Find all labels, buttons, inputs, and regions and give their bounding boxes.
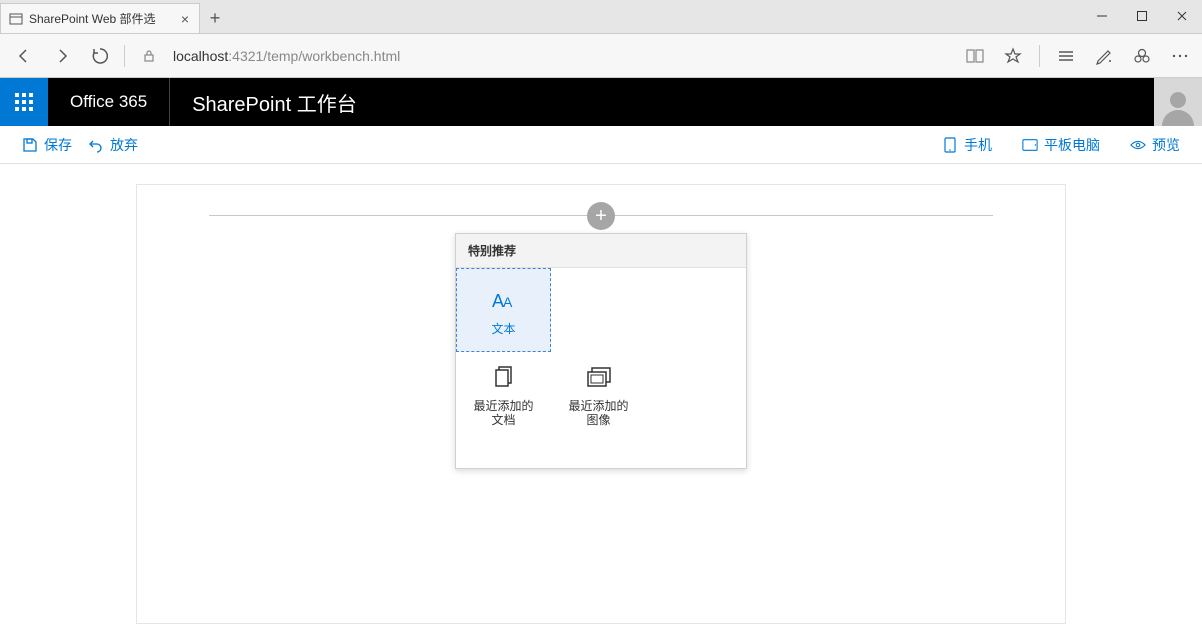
- refresh-button[interactable]: [86, 42, 114, 70]
- url-path: :4321/temp/workbench.html: [228, 48, 400, 64]
- close-button[interactable]: [1162, 0, 1202, 33]
- window-controls: [1082, 0, 1202, 33]
- waffle-icon: [15, 93, 33, 111]
- undo-icon: [88, 137, 104, 153]
- new-tab-button[interactable]: +: [200, 3, 230, 33]
- brand-label[interactable]: Office 365: [48, 78, 170, 126]
- address-bar[interactable]: localhost:4321/temp/workbench.html: [173, 48, 400, 64]
- webpart-recent-docs[interactable]: 最近添加的 文档: [456, 352, 551, 436]
- share-icon[interactable]: [1130, 44, 1154, 68]
- documents-icon: [488, 361, 520, 393]
- preview-label: 预览: [1152, 135, 1180, 155]
- toolbox-body: AA 文本 最近添加的 文档: [456, 268, 746, 468]
- user-avatar[interactable]: [1154, 78, 1202, 126]
- tab-page-icon: [9, 12, 23, 26]
- workbench-canvas: + 特别推荐 AA 文本: [0, 164, 1202, 624]
- tablet-label: 平板电脑: [1044, 135, 1100, 155]
- command-right: 手机 平板电脑 预览: [934, 135, 1188, 155]
- phone-icon: [942, 137, 958, 153]
- webpart-toolbox: 特别推荐 AA 文本 最近添加的 文档: [455, 233, 747, 469]
- webpart-recent-images[interactable]: 最近添加的 图像: [551, 352, 646, 436]
- save-icon: [22, 137, 38, 153]
- product-label: SharePoint 工作台: [170, 88, 379, 117]
- preview-button[interactable]: 预览: [1122, 135, 1188, 155]
- phone-label: 手机: [964, 135, 992, 155]
- save-label: 保存: [44, 135, 72, 155]
- toolbox-row-1: AA 文本: [456, 268, 746, 352]
- toolbox-heading: 特别推荐: [456, 234, 746, 268]
- notes-icon[interactable]: [1092, 44, 1116, 68]
- discard-button[interactable]: 放弃: [80, 126, 146, 163]
- phone-button[interactable]: 手机: [934, 135, 1000, 155]
- images-icon: [583, 361, 615, 393]
- add-section-line: +: [209, 215, 993, 216]
- browser-nav-bar: localhost:4321/temp/workbench.html: [0, 34, 1202, 78]
- command-bar: 保存 放弃 手机 平板电脑 预览: [0, 126, 1202, 164]
- eye-icon: [1130, 137, 1146, 153]
- add-webpart-button[interactable]: +: [587, 202, 615, 230]
- favorite-icon[interactable]: [1001, 44, 1025, 68]
- webpart-text[interactable]: AA 文本: [456, 268, 551, 352]
- nav-right-controls: [963, 44, 1192, 68]
- back-button[interactable]: [10, 42, 38, 70]
- tablet-button[interactable]: 平板电脑: [1014, 135, 1108, 155]
- url-host: localhost: [173, 48, 228, 64]
- nav-separator: [124, 45, 125, 67]
- maximize-button[interactable]: [1122, 0, 1162, 33]
- webpart-text-label: 文本: [491, 322, 515, 336]
- more-icon[interactable]: [1168, 44, 1192, 68]
- tab-title: SharePoint Web 部件​选: [29, 10, 173, 27]
- suite-bar: Office 365 SharePoint 工作台: [0, 78, 1202, 126]
- app-launcher-button[interactable]: [0, 78, 48, 126]
- page-canvas: + 特别推荐 AA 文本: [136, 184, 1066, 624]
- svg-text:A: A: [503, 294, 513, 310]
- toolbox-row-2: 最近添加的 文档 最近添加的 图像: [456, 352, 746, 436]
- lock-icon: [135, 42, 163, 70]
- browser-tab[interactable]: SharePoint Web 部件​选 ×: [0, 3, 200, 33]
- discard-label: 放弃: [110, 135, 138, 155]
- browser-tab-strip: SharePoint Web 部件​选 × +: [0, 0, 1202, 34]
- webpart-recent-images-label: 最近添加的 图像: [568, 399, 628, 428]
- hub-icon[interactable]: [1054, 44, 1078, 68]
- tablet-icon: [1022, 137, 1038, 153]
- webpart-recent-docs-label: 最近添加的 文档: [473, 399, 533, 428]
- minimize-button[interactable]: [1082, 0, 1122, 33]
- reading-view-icon[interactable]: [963, 44, 987, 68]
- forward-button[interactable]: [48, 42, 76, 70]
- text-icon: AA: [488, 284, 520, 316]
- nav-separator-2: [1039, 45, 1040, 67]
- tab-close-button[interactable]: ×: [179, 11, 191, 27]
- save-button[interactable]: 保存: [14, 126, 80, 163]
